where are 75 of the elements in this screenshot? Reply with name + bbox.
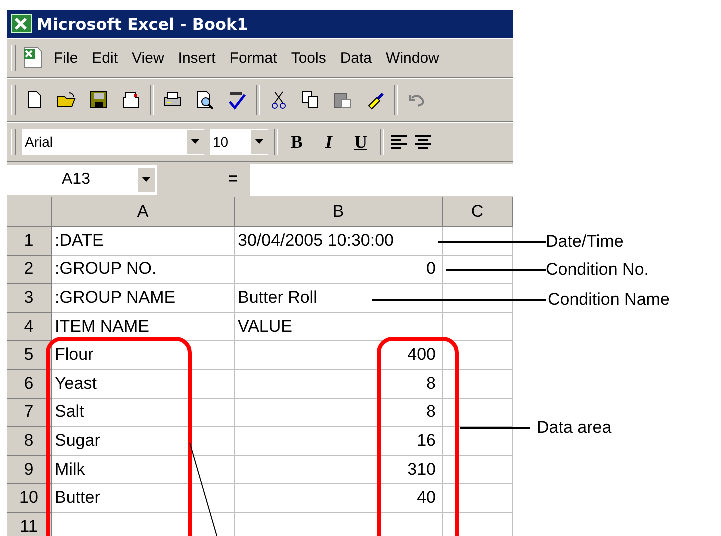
- table-cell: [443, 227, 513, 256]
- row-header[interactable]: 4: [7, 312, 52, 342]
- spell-check-icon[interactable]: [227, 90, 247, 110]
- underline-button[interactable]: U: [348, 132, 374, 152]
- caret-icon[interactable]: [142, 176, 151, 182]
- table-cell: :DATE: [52, 227, 235, 256]
- font-dropdown[interactable]: Arial: [22, 129, 204, 155]
- italic-button[interactable]: I: [316, 132, 342, 152]
- table-cell: Milk: [52, 456, 235, 484]
- menu-item[interactable]: Window: [382, 50, 444, 66]
- table-cell: Salt: [52, 398, 235, 428]
- table-cell: 0: [235, 256, 443, 284]
- column-header[interactable]: C: [443, 197, 513, 227]
- callout-label: Condition No.: [546, 260, 650, 280]
- table-cell: 310: [235, 456, 443, 484]
- row-header[interactable]: 10: [7, 484, 52, 513]
- table-cell: :GROUP NO.: [52, 256, 235, 284]
- menu-item[interactable]: Tools: [287, 50, 330, 66]
- column-header[interactable]: A: [52, 197, 235, 227]
- name-box[interactable]: A13: [7, 164, 157, 194]
- table-cell: VALUE: [235, 312, 443, 342]
- menu-item[interactable]: View: [128, 50, 168, 66]
- table-cell: [443, 427, 513, 456]
- table-cell: 400: [235, 341, 443, 370]
- table-cell: ITEM NAME: [52, 312, 235, 342]
- table-cell: 16: [235, 427, 443, 456]
- callout-label: Condition Name: [548, 290, 670, 310]
- table-cell: [443, 341, 513, 370]
- equals-sign: =: [228, 170, 239, 188]
- align-center-icon[interactable]: [414, 134, 432, 150]
- mail-icon[interactable]: [121, 90, 141, 110]
- table-cell: [443, 456, 513, 484]
- table-cell: 8: [235, 398, 443, 428]
- table-cell: :GROUP NAME: [52, 284, 235, 313]
- leader-line: [460, 427, 530, 429]
- table-cell: Butter: [52, 484, 235, 513]
- table-cell: [443, 284, 513, 313]
- row-header[interactable]: 2: [7, 256, 52, 284]
- print-preview-icon[interactable]: [195, 90, 215, 110]
- table-cell: 30/04/2005 10:30:00: [235, 227, 443, 256]
- row-header[interactable]: 3: [7, 284, 52, 313]
- menu-item[interactable]: Edit: [88, 50, 122, 66]
- spreadsheet-app-icon: [11, 14, 33, 34]
- row-header[interactable]: 5: [7, 341, 52, 370]
- scissors-icon[interactable]: [269, 90, 289, 110]
- table-cell: [443, 256, 513, 284]
- menu-item[interactable]: File: [50, 50, 82, 66]
- table-cell: Flour: [52, 341, 235, 370]
- workbook-icon[interactable]: [22, 46, 44, 70]
- font-size-dropdown[interactable]: 10: [210, 129, 268, 155]
- table-cell: Butter Roll: [235, 284, 443, 313]
- column-header[interactable]: B: [235, 197, 443, 227]
- table-cell: 8: [235, 370, 443, 399]
- folder-icon[interactable]: [57, 90, 77, 110]
- copy-icon[interactable]: [301, 90, 321, 110]
- corner-header[interactable]: [7, 197, 52, 227]
- row-header[interactable]: 1: [7, 227, 52, 256]
- window-title: Microsoft Excel - Book1: [37, 14, 248, 34]
- caret-icon[interactable]: [191, 139, 200, 145]
- table-cell: [443, 370, 513, 399]
- align-left-icon[interactable]: [390, 134, 408, 150]
- formula-field[interactable]: [250, 164, 513, 196]
- caret-icon[interactable]: [255, 139, 264, 145]
- menu-item[interactable]: Format: [226, 50, 282, 66]
- callout-label: Date/Time: [546, 232, 624, 252]
- menu-item[interactable]: Insert: [174, 50, 220, 66]
- row-header[interactable]: 8: [7, 427, 52, 456]
- menu-item[interactable]: Data: [336, 50, 376, 66]
- table-cell: [443, 484, 513, 513]
- table-cell: 40: [235, 484, 443, 513]
- table-cell: Yeast: [52, 370, 235, 399]
- bold-button[interactable]: B: [284, 132, 310, 152]
- callout-label: Data area: [537, 418, 612, 438]
- table-cell: [443, 398, 513, 428]
- table-cell: Sugar: [52, 427, 235, 456]
